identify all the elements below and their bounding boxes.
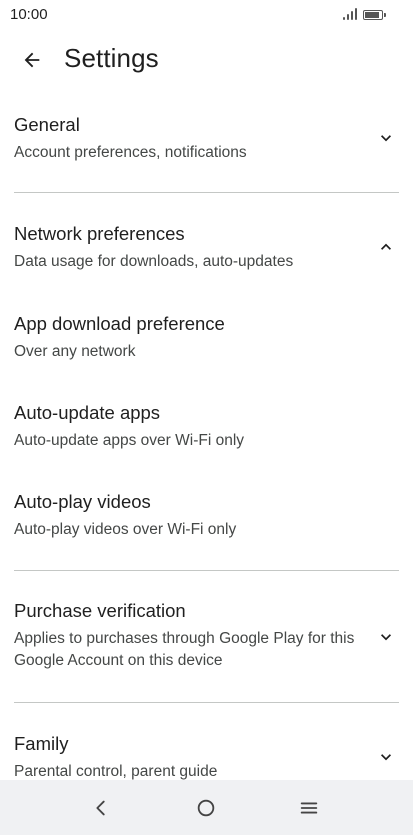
setting-auto-play-videos[interactable]: Auto-play videos Auto-play videos over W… (0, 478, 413, 558)
setting-auto-update-apps[interactable]: Auto-update apps Auto-update apps over W… (0, 389, 413, 469)
setting-title: General (14, 114, 80, 135)
setting-title: Network preferences (14, 223, 185, 244)
chevron-down-icon[interactable] (375, 127, 397, 149)
nav-home-icon (197, 799, 215, 817)
setting-app-download-preference[interactable]: App download preference Over any network (0, 300, 413, 380)
nav-menu-icon (300, 802, 318, 814)
setting-title: App download preference (14, 313, 225, 334)
setting-general[interactable]: General Account preferences, notificatio… (0, 90, 413, 190)
nav-back-button[interactable] (86, 793, 116, 823)
status-time: 10:00 (10, 6, 48, 23)
setting-subtitle: Account preferences, notifications (14, 144, 247, 161)
nav-back-icon (96, 800, 105, 816)
setting-network-preferences[interactable]: Network preferences Data usage for downl… (0, 193, 413, 293)
setting-title: Auto-update apps (14, 402, 161, 423)
setting-purchase-verification[interactable]: Purchase verification Applies to purchas… (0, 571, 413, 701)
app-bar: Settings (0, 30, 413, 90)
setting-subtitle: Applies to purchases through Google Play… (14, 630, 355, 669)
signal-icon (343, 8, 357, 20)
nav-menu-button[interactable] (294, 793, 324, 823)
setting-title: Family (14, 733, 69, 754)
setting-subtitle: Over any network (14, 343, 136, 360)
setting-title: Auto-play videos (14, 491, 151, 512)
status-bar: 10:00 (0, 0, 413, 30)
chevron-down-icon[interactable] (375, 626, 397, 648)
battery-icon (363, 10, 386, 20)
arrow-left-icon (24, 52, 40, 68)
setting-subtitle: Auto-play videos over Wi-Fi only (14, 521, 237, 538)
chevron-down-icon[interactable] (375, 746, 397, 768)
chevron-up-icon[interactable] (375, 236, 397, 258)
page-title: Settings (64, 43, 159, 73)
setting-subtitle: Data usage for downloads, auto-updates (14, 253, 294, 270)
setting-title: Purchase verification (14, 600, 186, 621)
back-button[interactable] (12, 42, 52, 78)
nav-home-button[interactable] (191, 793, 221, 823)
nav-bar (0, 780, 413, 835)
setting-subtitle: Auto-update apps over Wi-Fi only (14, 432, 245, 449)
status-icons (343, 8, 386, 20)
